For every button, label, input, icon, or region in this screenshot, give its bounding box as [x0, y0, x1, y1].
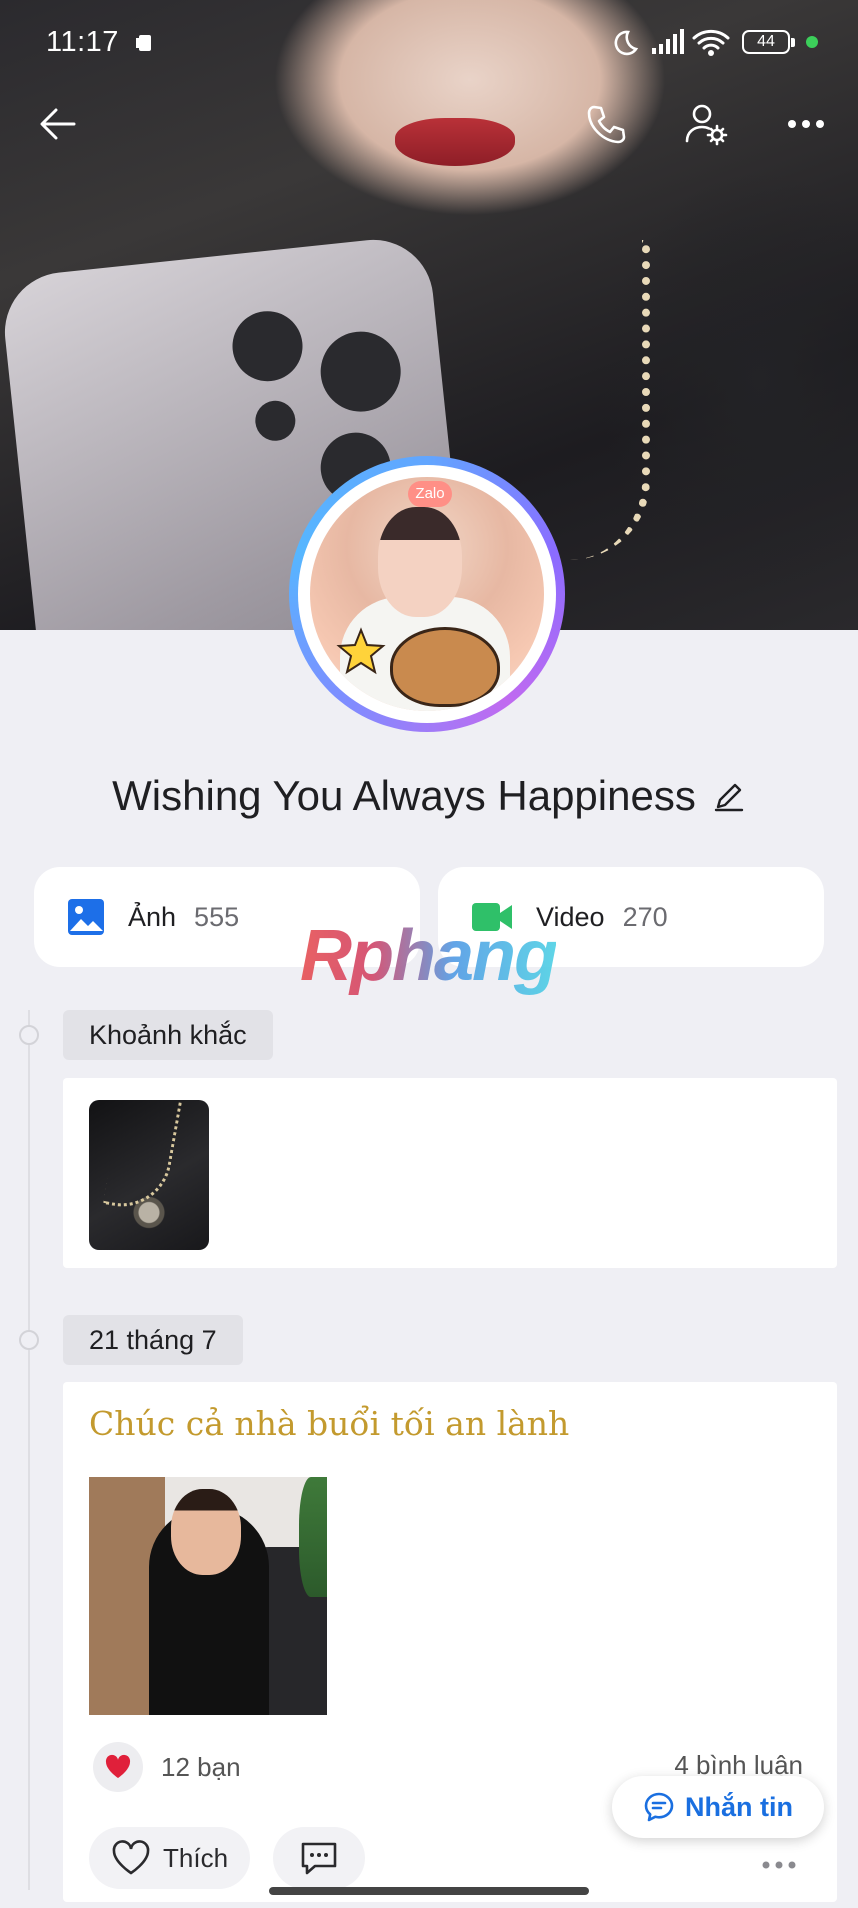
post-title: Chúc cả nhà buổi tối an lành [89, 1404, 570, 1443]
message-button[interactable]: Nhắn tin [612, 1776, 824, 1838]
more-options-button[interactable] [778, 96, 834, 152]
heart-outline-icon [112, 1840, 150, 1875]
more-horizontal-icon [788, 120, 824, 128]
call-button[interactable] [578, 96, 634, 152]
post-date-tag: 21 tháng 7 [63, 1315, 243, 1365]
timeline-line [28, 1010, 30, 1890]
heart-icon [105, 1754, 131, 1778]
message-label: Nhắn tin [685, 1791, 793, 1822]
moment-thumbnail[interactable] [89, 1100, 209, 1250]
like-label: Thích [163, 1842, 229, 1873]
back-button[interactable] [30, 96, 86, 152]
timeline-node [19, 1025, 39, 1045]
status-time: 11:17 [46, 26, 119, 58]
reaction-count: 12 bạn [161, 1751, 241, 1782]
cover-detail [395, 118, 515, 166]
arrow-left-icon [40, 108, 76, 140]
avatar-image [310, 477, 544, 711]
videos-count: 270 [622, 901, 668, 932]
timeline-node [19, 1330, 39, 1350]
zalo-badge: Zalo [408, 481, 452, 507]
moments-tag: Khoảnh khắc [63, 1010, 273, 1060]
battery-icon: 44 [742, 30, 795, 54]
image-icon [68, 899, 104, 935]
comment-icon [301, 1842, 337, 1875]
profile-name-row: Wishing You Always Happiness [0, 772, 858, 823]
phone-icon [587, 105, 626, 144]
pencil-icon [714, 783, 744, 812]
moon-icon [614, 30, 639, 56]
moments-panel [63, 1078, 837, 1268]
profile-settings-button[interactable] [678, 96, 734, 152]
like-button[interactable]: Thích [89, 1827, 251, 1889]
chat-bubble-icon [644, 1792, 674, 1822]
watermark-logo: Rphang [300, 916, 558, 996]
post-photo[interactable] [89, 1477, 327, 1715]
reactions-summary[interactable]: 12 bạn [93, 1742, 241, 1792]
capybara-sticker [390, 627, 500, 707]
profile-name: Wishing You Always Happiness [112, 772, 696, 819]
comment-button[interactable] [273, 1827, 365, 1889]
signal-icon [652, 29, 684, 54]
home-indicator[interactable] [269, 1887, 589, 1895]
edit-name-button[interactable] [712, 775, 746, 823]
sim-card-icon [136, 35, 151, 51]
heart-reaction [93, 1742, 143, 1792]
post-more-button[interactable] [761, 1844, 797, 1878]
user-gear-icon [685, 104, 728, 146]
photos-count: 555 [194, 901, 240, 932]
more-horizontal-icon [762, 1861, 796, 1869]
wifi-icon [692, 29, 730, 56]
cover-necklace [560, 240, 650, 560]
privacy-indicator-dot [806, 36, 818, 48]
star-sticker-icon [336, 627, 386, 675]
photos-label: Ảnh [128, 901, 177, 932]
status-bar: 11:17 44 [0, 0, 858, 86]
